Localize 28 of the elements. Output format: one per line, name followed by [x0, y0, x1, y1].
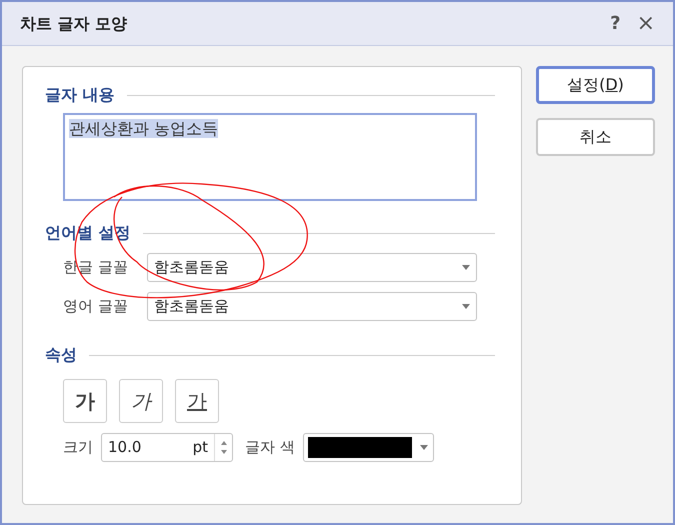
- underline-button[interactable]: 가: [175, 379, 219, 423]
- window-title: 차트 글자 모양: [20, 12, 128, 34]
- color-dropdown[interactable]: [302, 433, 434, 462]
- selected-text: 관세상환과 농업소득: [69, 119, 218, 138]
- spinbox-value: 10.0: [107, 437, 142, 458]
- dropdown-value: 함초롬돋움: [154, 257, 229, 278]
- bold-button[interactable]: 가: [63, 379, 107, 423]
- font-dropdown[interactable]: 함초롬돋움: [147, 292, 477, 321]
- field-label: 영어 글꼴: [63, 296, 129, 318]
- font-dropdown[interactable]: 함초롬돋움: [147, 253, 477, 282]
- italic-button[interactable]: 가: [119, 379, 163, 423]
- dropdown-value: 함초롬돋움: [154, 296, 229, 318]
- field-label: 크기: [63, 437, 93, 458]
- dropdown-caret-icon: [420, 445, 428, 450]
- field-label: 글자 색: [245, 437, 295, 458]
- cancel-button[interactable]: 취소: [536, 118, 655, 156]
- section-title: 속성: [45, 344, 77, 366]
- ok-button[interactable]: 설정(D): [536, 66, 655, 104]
- spin-up-icon[interactable]: [220, 441, 226, 445]
- size-spinbox[interactable]: 10.0 pt: [101, 433, 233, 462]
- help-button[interactable]: ?: [610, 10, 621, 37]
- dropdown-caret-icon: [462, 304, 470, 309]
- spin-down-icon[interactable]: [220, 450, 226, 454]
- section-title: 글자 내용: [45, 84, 115, 106]
- text-input-field[interactable]: 관세상환과 농업소득: [63, 113, 477, 201]
- close-button[interactable]: ×: [636, 7, 655, 40]
- dropdown-caret-icon: [462, 265, 470, 270]
- unit-label: pt: [192, 437, 209, 458]
